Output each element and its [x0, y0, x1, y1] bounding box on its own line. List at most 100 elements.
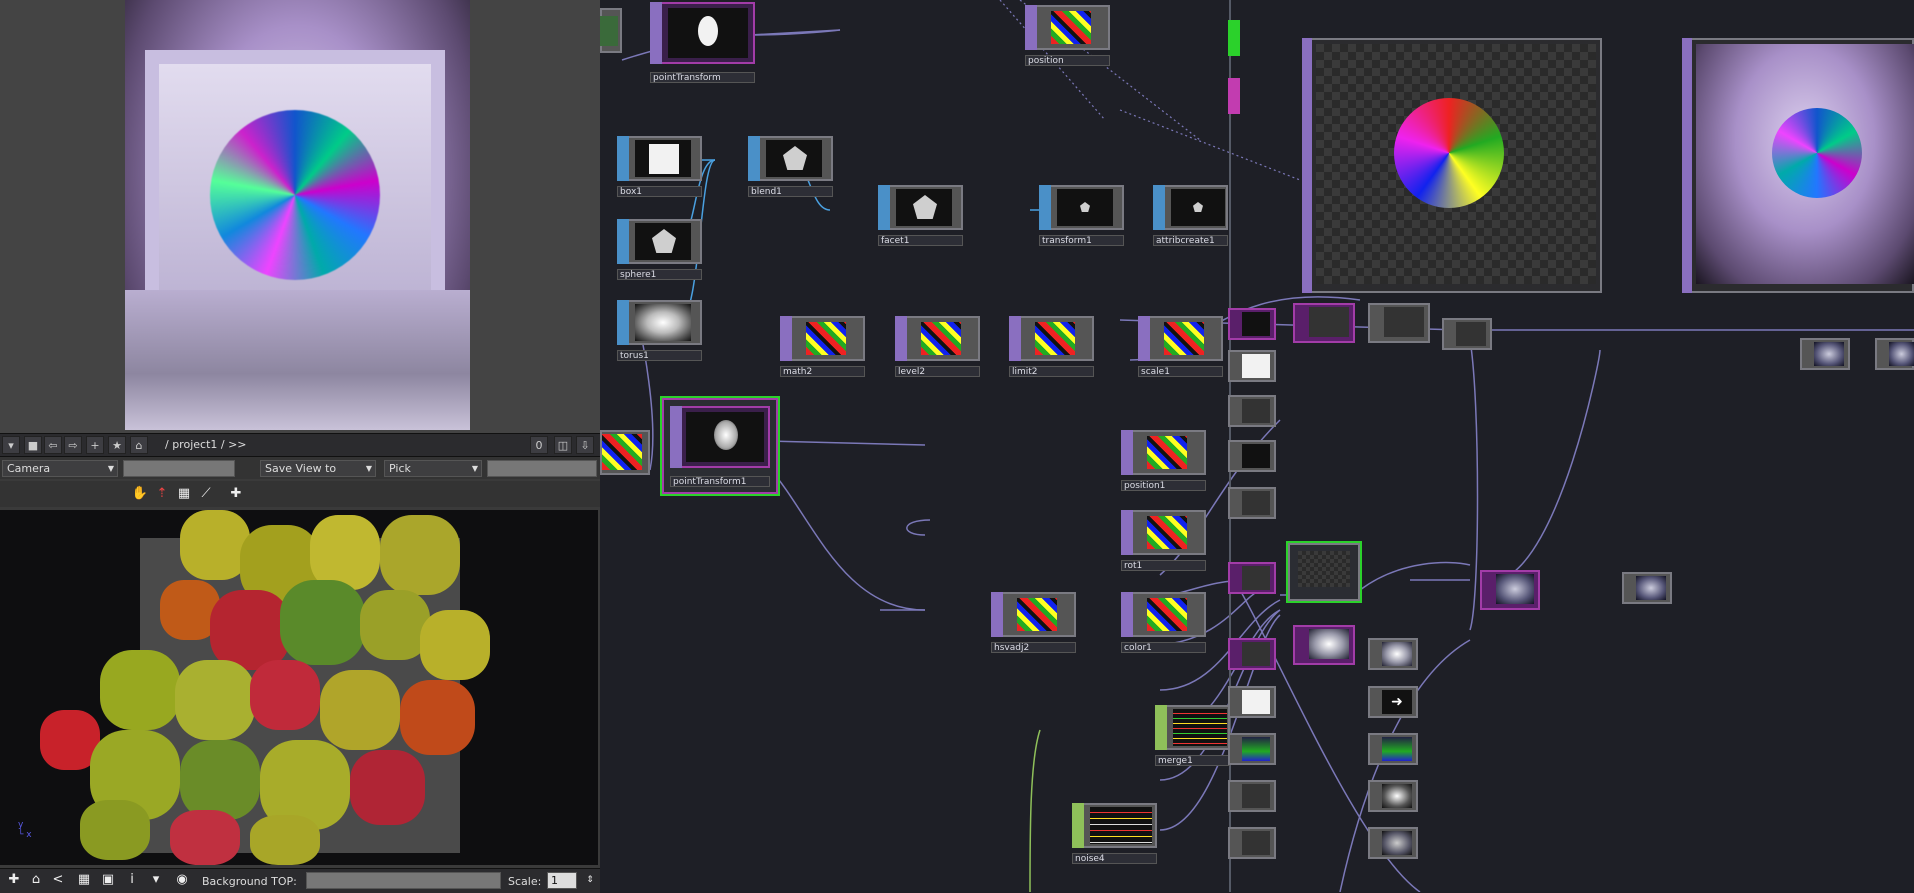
- node-render-preview[interactable]: [1302, 38, 1602, 293]
- node-small[interactable]: [1228, 440, 1276, 472]
- node-small[interactable]: [1228, 308, 1276, 340]
- crosshair-icon[interactable]: ✚: [226, 484, 246, 504]
- node-small[interactable]: [1228, 638, 1276, 670]
- stop-icon[interactable]: ■: [24, 436, 42, 454]
- background-top-label: Background TOP:: [202, 875, 297, 888]
- split-icon[interactable]: ◫: [554, 436, 572, 454]
- node-small[interactable]: [1228, 827, 1276, 859]
- node-small[interactable]: [1368, 780, 1418, 812]
- info-icon[interactable]: i: [122, 870, 142, 890]
- node-small[interactable]: [1286, 541, 1362, 603]
- camera-select[interactable]: Camera ▼: [2, 460, 118, 477]
- node-small[interactable]: [1293, 625, 1355, 665]
- node-merge1[interactable]: merge1: [1155, 705, 1230, 766]
- polyhedron: [175, 660, 255, 740]
- node-render-preview[interactable]: [1682, 38, 1914, 293]
- node-position1[interactable]: position1: [1121, 430, 1206, 491]
- add-icon[interactable]: +: [86, 436, 104, 454]
- node-limit2[interactable]: limit2: [1009, 316, 1094, 377]
- pick-select[interactable]: Pick ▼: [384, 460, 482, 477]
- menu-arrow-icon[interactable]: ▾: [2, 436, 20, 454]
- node-small[interactable]: [1228, 350, 1276, 382]
- node-label: noise4: [1072, 853, 1157, 864]
- node-label: hsvadj2: [991, 642, 1076, 653]
- grid-icon[interactable]: ▦: [174, 484, 194, 504]
- network-editor[interactable]: pointTransform position box1 blend1 face…: [600, 0, 1914, 892]
- node-partial[interactable]: [1228, 78, 1240, 114]
- node-small[interactable]: [1293, 303, 1355, 343]
- node-small[interactable]: [1228, 562, 1276, 594]
- node-hsvadj2[interactable]: hsvadj2: [991, 592, 1076, 653]
- node-partial[interactable]: [600, 430, 650, 490]
- node-small[interactable]: [1228, 780, 1276, 812]
- node-small[interactable]: [1800, 338, 1850, 370]
- scroll-arrows-icon[interactable]: ⇕: [580, 870, 600, 890]
- node-attribcreate1[interactable]: attribcreate1: [1153, 185, 1228, 246]
- background-top-field[interactable]: [306, 872, 501, 889]
- polyhedron: [80, 800, 150, 860]
- scale-field[interactable]: 1: [547, 872, 577, 889]
- expand-icon[interactable]: ⇩: [576, 436, 594, 454]
- move-icon[interactable]: ✚: [4, 870, 24, 890]
- forward-icon[interactable]: ⇨: [64, 436, 82, 454]
- polyhedron: [310, 515, 380, 590]
- node-math2[interactable]: math2: [780, 316, 865, 377]
- node-position[interactable]: position: [1025, 5, 1110, 66]
- node-facet1[interactable]: facet1: [878, 185, 963, 246]
- node-label: position1: [1121, 480, 1206, 491]
- grid-icon[interactable]: ▦: [74, 870, 94, 890]
- node-small[interactable]: [1368, 733, 1418, 765]
- polyhedron: [350, 750, 425, 825]
- node-sphere1[interactable]: sphere1: [617, 219, 702, 280]
- node-scale1[interactable]: scale1: [1138, 316, 1223, 377]
- node-rot1[interactable]: rot1: [1121, 510, 1206, 571]
- node-partial[interactable]: [1228, 20, 1240, 56]
- geometry-viewer[interactable]: y └ x: [0, 510, 598, 865]
- node-box1[interactable]: box1: [617, 136, 702, 197]
- polyhedron: [170, 810, 240, 865]
- home-icon[interactable]: ⌂: [130, 436, 148, 454]
- counter-box: 0: [530, 436, 548, 454]
- node-small[interactable]: [1228, 487, 1276, 519]
- node-partial[interactable]: [600, 8, 622, 53]
- node-small[interactable]: [1622, 572, 1672, 604]
- node-blend1[interactable]: blend1: [748, 136, 833, 197]
- node-torus1[interactable]: torus1: [617, 300, 702, 361]
- star-icon[interactable]: ★: [108, 436, 126, 454]
- breadcrumb[interactable]: / project1 / >>: [165, 438, 247, 451]
- node-small[interactable]: [1480, 570, 1540, 610]
- render-image: [125, 0, 470, 430]
- camera-field[interactable]: [123, 460, 235, 477]
- node-pointTransform1[interactable]: pointTransform1: [660, 396, 780, 496]
- cube-icon[interactable]: ▣: [98, 870, 118, 890]
- polyhedron: [400, 680, 475, 755]
- node-small[interactable]: [1228, 686, 1276, 718]
- share-icon[interactable]: <: [48, 870, 68, 890]
- home-icon[interactable]: ⌂: [26, 870, 46, 890]
- camera-icon[interactable]: ◉: [172, 870, 192, 890]
- node-small[interactable]: [1228, 395, 1276, 427]
- back-icon[interactable]: ⇦: [44, 436, 62, 454]
- node-small[interactable]: [1368, 303, 1430, 343]
- thumbnail: [1090, 807, 1152, 844]
- node-small[interactable]: [1875, 338, 1914, 370]
- network-path-bar: ▾ ■ ⇦ ⇨ + ★ ⌂ / project1 / >> 0 ◫ ⇩: [0, 433, 600, 457]
- node-noise4[interactable]: noise4: [1072, 803, 1157, 864]
- chevron-down-icon[interactable]: ▾: [146, 870, 166, 890]
- node-level2[interactable]: level2: [895, 316, 980, 377]
- node-small[interactable]: ➜: [1368, 686, 1418, 718]
- node-small[interactable]: [1228, 733, 1276, 765]
- hand-icon[interactable]: ✋: [130, 484, 150, 504]
- node-small[interactable]: [1368, 827, 1418, 859]
- wand-icon[interactable]: ⟋: [196, 484, 216, 504]
- node-pointTransform[interactable]: pointTransform: [650, 2, 755, 83]
- select-icon[interactable]: ⇡: [152, 484, 172, 504]
- pick-field[interactable]: [487, 460, 597, 477]
- node-transform1[interactable]: transform1: [1039, 185, 1124, 246]
- polyhedron: [100, 650, 180, 730]
- render-viewer[interactable]: [0, 0, 600, 433]
- node-small[interactable]: [1442, 318, 1492, 350]
- node-color1[interactable]: color1: [1121, 592, 1206, 653]
- save-view-select[interactable]: Save View to ▼: [260, 460, 376, 477]
- node-small[interactable]: [1368, 638, 1418, 670]
